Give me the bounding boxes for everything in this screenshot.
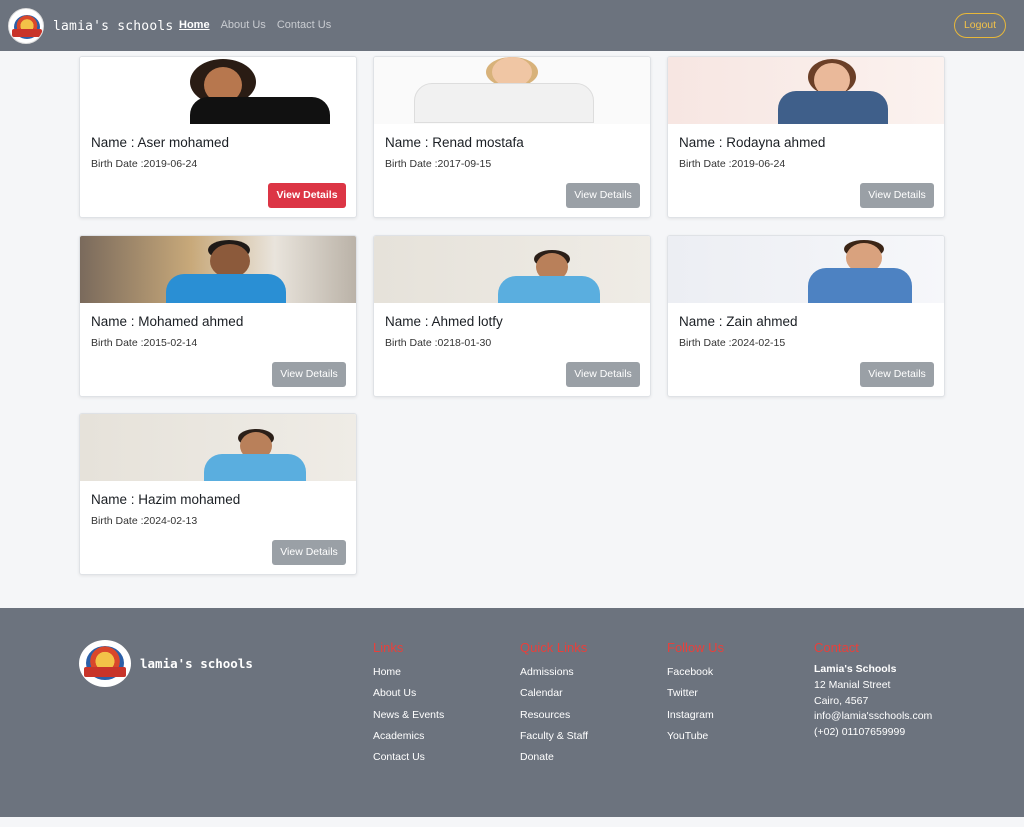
footer-contact-phone: (+02) 01107659999 [814, 726, 906, 739]
student-card: Name : Hazim mohamed Birth Date :2024-02… [79, 413, 357, 575]
footer-link-about[interactable]: About Us [373, 683, 444, 704]
nav-contact-link[interactable]: Contact Us [277, 19, 331, 31]
footer-follow-title: Follow Us [667, 640, 725, 655]
view-details-button[interactable]: View Details [272, 540, 346, 565]
footer-links-column: Links Home About Us News & Events Academ… [373, 640, 444, 768]
student-card: Name : Mohamed ahmed Birth Date :2015-02… [79, 235, 357, 397]
footer-follow-column: Follow Us Facebook Twitter Instagram You… [667, 640, 724, 747]
student-birth-date: Birth Date :2019-06-24 [91, 158, 198, 170]
footer-contact-org: Lamia's Schools [814, 663, 897, 675]
nav-links: Home About Us Contact Us [179, 19, 342, 31]
navbar: lamia's schools Home About Us Contact Us… [0, 0, 1024, 51]
student-birth-date: Birth Date :2015-02-14 [91, 337, 198, 349]
nav-about-link[interactable]: About Us [221, 19, 266, 31]
footer-link-donate[interactable]: Donate [520, 747, 588, 768]
footer-contact-title: Contact [814, 640, 859, 655]
student-photo [668, 236, 944, 303]
footer-link-faculty[interactable]: Faculty & Staff [520, 726, 588, 747]
student-name: Name : Ahmed lotfy [385, 314, 503, 329]
student-card: Name : Ahmed lotfy Birth Date :0218-01-3… [373, 235, 651, 397]
student-photo [668, 57, 944, 124]
student-birth-date: Birth Date :0218-01-30 [385, 337, 492, 349]
footer-link-news[interactable]: News & Events [373, 705, 444, 726]
student-birth-date: Birth Date :2024-02-13 [91, 515, 198, 527]
footer-link-instagram[interactable]: Instagram [667, 705, 724, 726]
footer-link-home[interactable]: Home [373, 662, 444, 683]
nav-home-link[interactable]: Home [179, 19, 210, 31]
footer-quick-links-column: Quick Links Admissions Calendar Resource… [520, 640, 588, 768]
footer-link-admissions[interactable]: Admissions [520, 662, 588, 683]
footer-link-academics[interactable]: Academics [373, 726, 444, 747]
student-card: Name : Rodayna ahmed Birth Date :2019-06… [667, 56, 945, 218]
student-photo [80, 57, 356, 124]
footer-link-calendar[interactable]: Calendar [520, 683, 588, 704]
footer-contact-city: Cairo, 4567 [814, 694, 869, 707]
footer-link-facebook[interactable]: Facebook [667, 662, 724, 683]
student-name: Name : Aser mohamed [91, 135, 230, 150]
footer-link-contact[interactable]: Contact Us [373, 747, 444, 768]
footer-contact-column: Contact Lamia's Schools 12 Manial Street… [814, 640, 932, 741]
student-name: Name : Mohamed ahmed [91, 314, 244, 329]
student-birth-date: Birth Date :2019-06-24 [679, 158, 786, 170]
logout-button[interactable]: Logout [954, 13, 1006, 38]
student-birth-date: Birth Date :2017-09-15 [385, 158, 492, 170]
footer-link-youtube[interactable]: YouTube [667, 726, 724, 747]
student-photo [80, 414, 356, 481]
brand[interactable]: lamia's schools [8, 8, 173, 44]
student-name: Name : Hazim mohamed [91, 492, 241, 507]
footer: lamia's schools Links Home About Us News… [0, 608, 1024, 817]
footer-brand-name: lamia's schools [140, 656, 253, 671]
page-bottom [0, 817, 1024, 827]
school-logo-icon [79, 640, 131, 687]
student-name: Name : Zain ahmed [679, 314, 798, 329]
student-card: Name : Aser mohamed Birth Date :2019-06-… [79, 56, 357, 218]
footer-link-twitter[interactable]: Twitter [667, 683, 724, 704]
footer-link-resources[interactable]: Resources [520, 705, 588, 726]
footer-quick-links-title: Quick Links [520, 640, 588, 655]
footer-links-title: Links [373, 640, 404, 655]
view-details-button[interactable]: View Details [566, 362, 640, 387]
student-birth-date: Birth Date :2024-02-15 [679, 337, 786, 349]
footer-brand[interactable]: lamia's schools [79, 640, 253, 687]
student-photo [80, 236, 356, 303]
student-photo [374, 57, 650, 124]
view-details-button[interactable]: View Details [860, 362, 934, 387]
view-details-button[interactable]: View Details [268, 183, 346, 208]
brand-name: lamia's schools [53, 18, 174, 34]
view-details-button[interactable]: View Details [860, 183, 934, 208]
footer-contact-email[interactable]: info@lamia'sschools.com [814, 709, 932, 725]
student-name: Name : Rodayna ahmed [679, 135, 826, 150]
student-photo [374, 236, 650, 303]
student-name: Name : Renad mostafa [385, 135, 524, 150]
footer-contact-street: 12 Manial Street [814, 678, 891, 691]
view-details-button[interactable]: View Details [272, 362, 346, 387]
view-details-button[interactable]: View Details [566, 183, 640, 208]
school-logo-icon [8, 8, 44, 44]
student-card: Name : Zain ahmed Birth Date :2024-02-15… [667, 235, 945, 397]
student-card: Name : Renad mostafa Birth Date :2017-09… [373, 56, 651, 218]
